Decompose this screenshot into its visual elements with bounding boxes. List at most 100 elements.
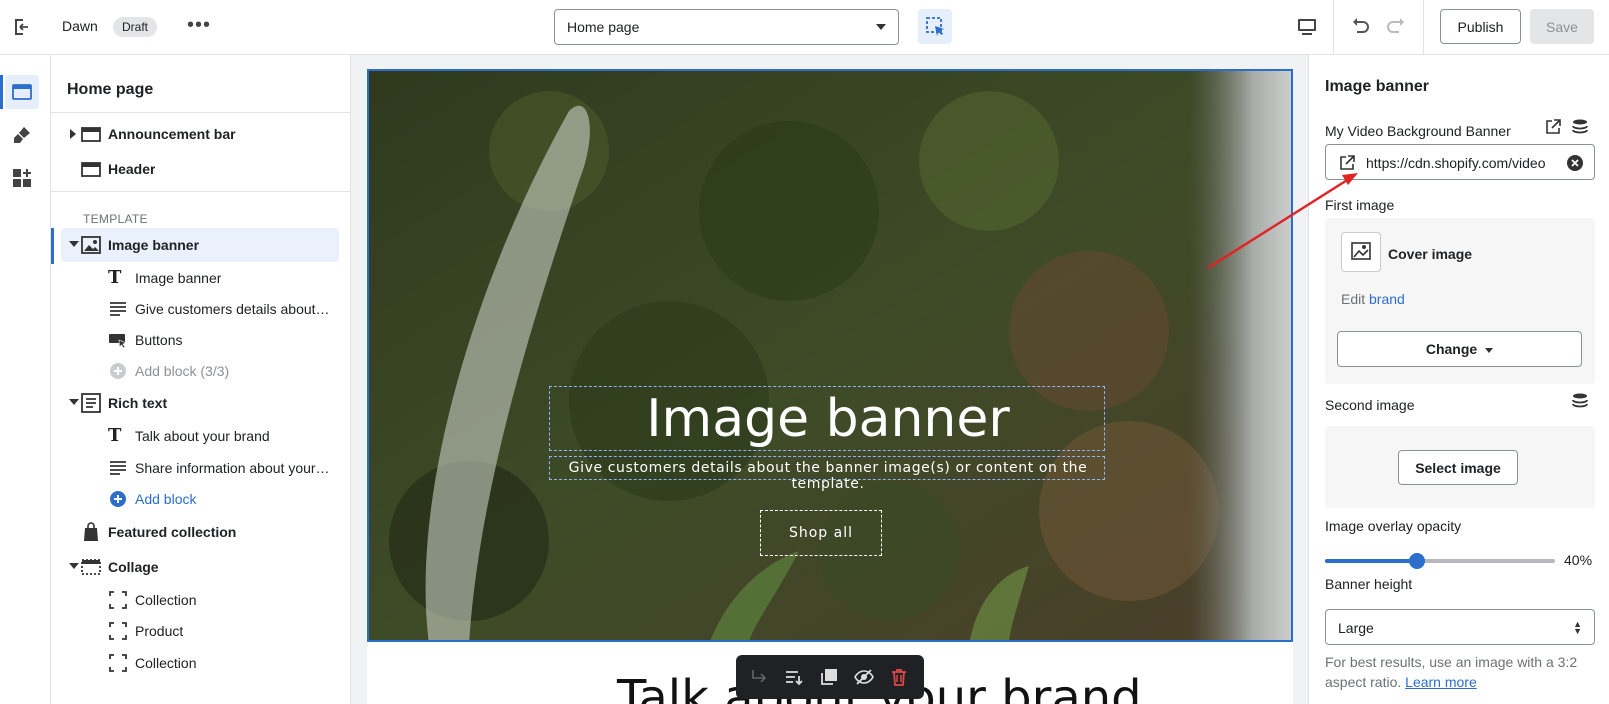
delete-icon[interactable] <box>889 667 909 687</box>
banner-height-select[interactable]: Large ▲ ▼ <box>1325 609 1595 645</box>
block-label: Talk about your brand <box>135 428 270 444</box>
edit-source-text: Edit brand <box>1341 291 1405 307</box>
external-link-icon <box>1340 155 1355 170</box>
edit-prefix: Edit <box>1341 291 1366 307</box>
move-to-parent-icon[interactable] <box>749 667 769 687</box>
chevron-down-icon[interactable] <box>69 241 79 247</box>
block-image-banner-text[interactable]: Give customers details about… <box>61 292 339 326</box>
change-image-button[interactable]: Change <box>1337 331 1582 367</box>
shop-all-button[interactable]: Shop all <box>760 510 882 556</box>
image-placeholder-icon <box>1351 242 1371 260</box>
second-image-picker: Select image <box>1325 426 1595 508</box>
learn-more-link[interactable]: Learn more <box>1405 674 1477 690</box>
block-rich-text-heading[interactable]: T Talk about your brand <box>61 419 339 453</box>
left-rail <box>0 55 51 704</box>
section-image-banner[interactable]: Image banner <box>61 228 339 262</box>
sections-panel: Home page Announcement bar Header TEMPLA… <box>51 55 351 704</box>
video-url-value: https://cdn.shopify.com/videos/ <box>1366 155 1546 171</box>
section-header[interactable]: Header <box>61 152 339 186</box>
block-frame-icon <box>109 591 127 609</box>
theme-name: Dawn <box>62 18 98 34</box>
redo-icon[interactable] <box>1384 14 1408 38</box>
chevron-right-icon[interactable] <box>70 129 76 139</box>
add-block-disabled: Add block (3/3) <box>61 354 339 388</box>
status-badge: Draft <box>113 17 158 37</box>
section-announcement-bar[interactable]: Announcement bar <box>61 117 339 151</box>
section-featured-collection[interactable]: Featured collection <box>61 515 339 549</box>
apps-button[interactable] <box>5 161 39 195</box>
chevron-down-icon <box>876 24 886 30</box>
select-image-button[interactable]: Select image <box>1398 450 1518 485</box>
help-text: For best results, use an image with a 3:… <box>1325 652 1595 692</box>
block-rich-text-text[interactable]: Share information about your… <box>61 451 339 485</box>
desktop-preview-icon[interactable] <box>1296 16 1318 38</box>
overlay-opacity-slider[interactable] <box>1325 553 1555 569</box>
template-group-label: TEMPLATE <box>83 212 148 226</box>
cover-image-label: Cover image <box>1388 246 1473 262</box>
section-icon <box>81 162 101 177</box>
section-label: Image banner <box>108 237 200 253</box>
template-select[interactable]: Home page <box>554 9 899 45</box>
banner-background-image <box>369 71 1291 640</box>
block-collage-collection-2[interactable]: Collection <box>61 646 339 680</box>
inspector-toggle-button[interactable] <box>918 9 952 44</box>
clear-icon[interactable] <box>1566 154 1584 172</box>
reorder-icon[interactable] <box>784 667 804 687</box>
section-rich-text[interactable]: Rich text <box>61 386 339 420</box>
sections-button[interactable] <box>5 75 39 109</box>
panel-title: Home page <box>67 81 154 98</box>
block-collage-collection[interactable]: Collection <box>61 583 339 617</box>
block-label: Collection <box>135 592 197 608</box>
video-url-input[interactable]: https://cdn.shopify.com/videos/ <box>1325 144 1595 180</box>
theme-settings-button[interactable] <box>5 118 39 152</box>
paragraph-icon <box>110 461 126 475</box>
preview-canvas: Image banner Give customers details abou… <box>351 55 1308 704</box>
selection-indicator <box>51 228 54 264</box>
block-image-banner-buttons[interactable]: Buttons <box>61 323 339 357</box>
block-label: Image banner <box>135 270 222 286</box>
dynamic-source-icon[interactable] <box>1571 118 1589 136</box>
button-icon <box>109 334 127 349</box>
banner-height-label: Banner height <box>1325 576 1413 592</box>
save-button[interactable]: Save <box>1530 9 1594 44</box>
publish-button[interactable]: Publish <box>1440 9 1521 44</box>
block-label: Product <box>135 623 184 639</box>
apps-icon <box>13 169 31 187</box>
image-icon <box>81 236 101 254</box>
add-block-link[interactable]: Add block <box>61 482 339 516</box>
banner-heading-block[interactable]: Image banner <box>549 386 1105 451</box>
more-actions-icon[interactable]: ••• <box>187 14 211 37</box>
paintbrush-icon <box>14 127 30 143</box>
banner-heading: Image banner <box>646 389 1010 449</box>
collage-icon <box>81 559 101 575</box>
slider-handle[interactable] <box>1409 553 1425 569</box>
select-arrows-icon: ▲ ▼ <box>1573 619 1582 636</box>
paragraph-icon <box>110 302 126 316</box>
exit-icon[interactable] <box>12 16 34 38</box>
cover-image-thumbnail[interactable] <box>1341 232 1381 272</box>
block-label: Give customers details about… <box>135 301 330 317</box>
banner-text-block[interactable]: Give customers details about the banner … <box>549 456 1105 492</box>
dynamic-source-icon[interactable] <box>1571 392 1589 410</box>
section-icon <box>81 127 101 142</box>
external-link-icon[interactable] <box>1544 118 1562 136</box>
edit-brand-link[interactable]: brand <box>1369 291 1405 307</box>
template-select-value: Home page <box>567 19 640 35</box>
overlay-opacity-label: Image overlay opacity <box>1325 518 1462 534</box>
section-label: Header <box>108 161 156 177</box>
add-icon <box>110 363 126 379</box>
section-label: Collage <box>108 559 159 575</box>
image-banner-section[interactable]: Image banner Give customers details abou… <box>367 69 1293 642</box>
divider <box>51 112 350 113</box>
chevron-down-icon[interactable] <box>69 399 79 405</box>
divider <box>51 191 350 192</box>
hide-icon[interactable] <box>854 667 874 687</box>
undo-icon[interactable] <box>1348 14 1372 38</box>
section-collage[interactable]: Collage <box>61 550 339 584</box>
block-image-banner-heading[interactable]: T Image banner <box>61 261 339 295</box>
chevron-down-icon[interactable] <box>69 563 79 569</box>
block-collage-product[interactable]: Product <box>61 614 339 648</box>
banner-subtitle: Give customers details about the banner … <box>568 460 1088 492</box>
text-icon: T <box>108 425 122 446</box>
duplicate-icon[interactable] <box>819 667 839 687</box>
